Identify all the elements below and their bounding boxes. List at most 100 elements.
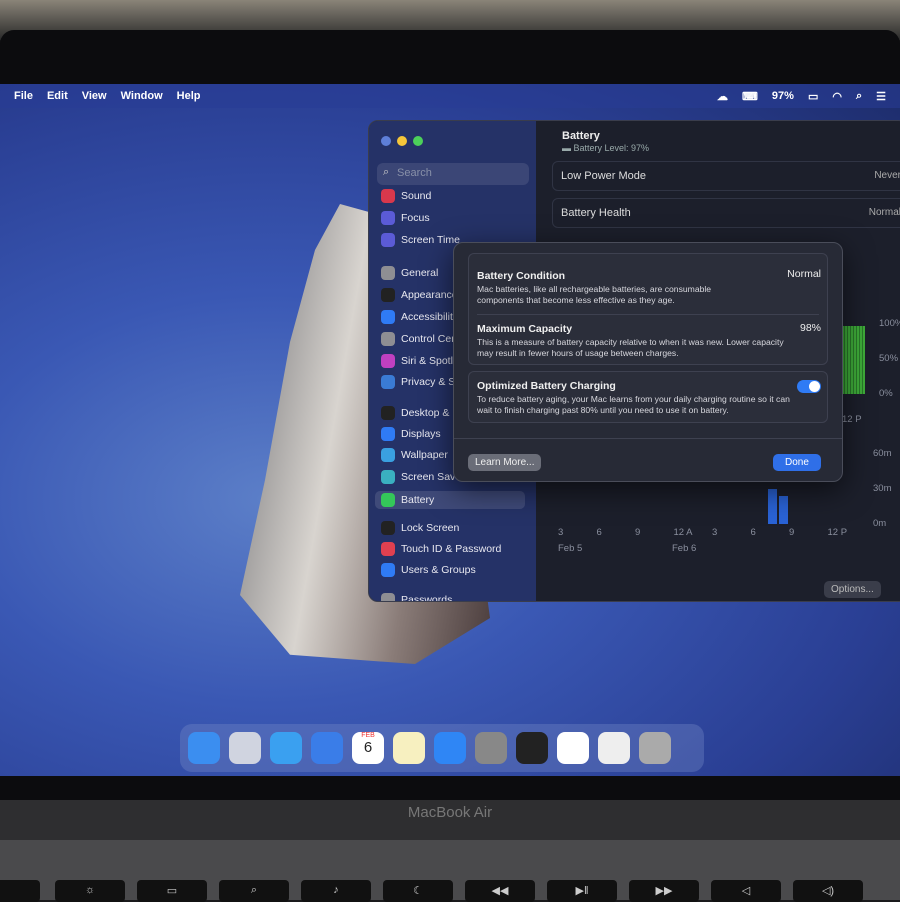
- usage-x-tick: 9: [635, 527, 641, 538]
- battery-health-row[interactable]: Battery Health Normal: [552, 198, 900, 228]
- sidebar-item-label: Sound: [401, 190, 432, 202]
- sidebar-item-label: Focus: [401, 212, 430, 224]
- low-power-mode-row[interactable]: Low Power Mode Never: [552, 161, 900, 191]
- menu-edit[interactable]: Edit: [47, 90, 68, 102]
- sidebar-item-label: Touch ID & Password: [401, 543, 502, 555]
- sidebar-item-label: Displays: [401, 428, 441, 440]
- wifi-icon[interactable]: ◠: [832, 90, 842, 103]
- sidebar-icon: [381, 266, 395, 280]
- sidebar-icon: [381, 470, 395, 484]
- sidebar-icon: [381, 288, 395, 302]
- sidebar-item-sound[interactable]: Sound: [381, 189, 531, 203]
- sidebar-icon: [381, 332, 395, 346]
- key-mission-control: ▭: [137, 880, 207, 902]
- usage-bar: [767, 489, 777, 524]
- optimized-charging-card: Optimized Battery Charging To reduce bat…: [468, 371, 828, 423]
- dock-launchpad-icon[interactable]: [229, 732, 261, 764]
- sidebar-icon: [381, 189, 395, 203]
- max-capacity-value: 98%: [799, 322, 821, 334]
- sidebar-icon: [381, 211, 395, 225]
- dock-notes-icon[interactable]: [393, 732, 425, 764]
- usage-y-tick: 60m: [873, 448, 892, 459]
- battery-info-card: Battery Condition Normal Mac batteries, …: [468, 253, 828, 365]
- usage-x-tick: 6: [750, 527, 756, 538]
- sidebar-item-focus[interactable]: Focus: [381, 211, 531, 225]
- max-capacity-desc: This is a measure of battery capacity re…: [477, 337, 784, 358]
- sidebar-item-label: General: [401, 267, 439, 279]
- battery-level-text: Battery Level: 97%: [573, 143, 650, 153]
- key-focus: ☾: [383, 880, 453, 902]
- optimized-charging-toggle[interactable]: [797, 380, 821, 393]
- minimize-button[interactable]: [397, 136, 407, 146]
- usage-y-tick: 30m: [873, 483, 892, 494]
- search-input[interactable]: ⌕ Search: [377, 163, 529, 185]
- menu-file[interactable]: File: [14, 90, 33, 102]
- battery-percent[interactable]: 97%: [772, 90, 794, 102]
- keyboard: ☼ ▭ ⌕ ♪ ☾ ◀◀ ▶‖ ▶▶ ◁ ◁): [0, 840, 900, 902]
- level-y-tick: 50%: [879, 353, 899, 364]
- sidebar-icon: [381, 406, 395, 420]
- zoom-button[interactable]: [413, 136, 423, 146]
- sidebar-item-label: Screen Time: [401, 234, 460, 246]
- key-brightness-down: ☼: [55, 880, 125, 902]
- sidebar-icon: [381, 375, 395, 389]
- dock-trash-icon[interactable]: [639, 732, 671, 764]
- calendar-month: FEB: [361, 732, 375, 739]
- battery-icon[interactable]: ▭: [808, 90, 818, 103]
- usage-x-tick: 3: [558, 527, 564, 538]
- menu-view[interactable]: View: [82, 90, 107, 102]
- dock-word-icon[interactable]: [557, 732, 589, 764]
- menu-help[interactable]: Help: [177, 90, 201, 102]
- key-rewind: ◀◀: [465, 880, 535, 902]
- dock-go-icon[interactable]: [516, 732, 548, 764]
- page-title: Battery: [562, 130, 600, 142]
- sidebar-icon: [381, 563, 395, 577]
- sidebar-icon: [381, 427, 395, 441]
- sidebar-icon: [381, 521, 395, 535]
- search-icon[interactable]: ⌕: [856, 90, 862, 103]
- dock-calendar-icon[interactable]: FEB 6: [352, 732, 384, 764]
- key-forward: ▶▶: [629, 880, 699, 902]
- sidebar-item-label: Accessibility: [401, 311, 459, 323]
- options-button[interactable]: Options...: [824, 581, 881, 598]
- input-icon[interactable]: ⌨: [742, 90, 758, 103]
- battery-health-sheet: Battery Condition Normal Mac batteries, …: [453, 242, 843, 482]
- sidebar-item-passwords[interactable]: Passwords: [381, 593, 531, 602]
- key-volume-down: ◁): [793, 880, 863, 902]
- dock-safari-icon[interactable]: [270, 732, 302, 764]
- learn-more-button[interactable]: Learn More...: [468, 454, 542, 471]
- dock-system-settings-icon[interactable]: [475, 732, 507, 764]
- sidebar-item-label: Wallpaper: [401, 449, 448, 461]
- sidebar-item-users-groups[interactable]: Users & Groups: [381, 563, 531, 577]
- sidebar-item-label: Appearance: [401, 289, 458, 301]
- done-button[interactable]: Done: [773, 454, 821, 471]
- optimized-charging-title: Optimized Battery Charging: [477, 380, 616, 392]
- sidebar-item-lock-screen[interactable]: Lock Screen: [381, 521, 531, 535]
- sidebar-icon: [381, 448, 395, 462]
- dock-app-store-icon[interactable]: [434, 732, 466, 764]
- level-y-tick: 0%: [879, 388, 893, 399]
- sidebar-item-label: Users & Groups: [401, 564, 476, 576]
- level-x-tick: 12 P: [842, 414, 862, 425]
- low-power-mode-select[interactable]: Never: [874, 170, 900, 181]
- screen: File Edit View Window Help ☁ ⌨ 97% ▭ ◠ ⌕…: [0, 84, 900, 776]
- sidebar-item-battery[interactable]: Battery: [375, 491, 525, 509]
- menu-bar: File Edit View Window Help ☁ ⌨ 97% ▭ ◠ ⌕…: [0, 84, 900, 108]
- control-center-icon[interactable]: ☰: [876, 90, 886, 103]
- sidebar-icon: [381, 542, 395, 556]
- dock-mail-icon[interactable]: [311, 732, 343, 764]
- sidebar-icon: [381, 493, 395, 507]
- dock-document-icon[interactable]: [598, 732, 630, 764]
- sidebar-item-touch-id-password[interactable]: Touch ID & Password: [381, 542, 531, 556]
- usage-x-tick: 9: [789, 527, 795, 538]
- close-button[interactable]: [381, 136, 391, 146]
- row-label: Battery Health: [561, 207, 631, 219]
- usage-x-tick: 6: [596, 527, 602, 538]
- sidebar-item-label: Passwords: [401, 594, 453, 602]
- dock-finder-icon[interactable]: [188, 732, 220, 764]
- dock: FEB 6: [180, 724, 704, 772]
- cloud-icon[interactable]: ☁: [717, 90, 728, 103]
- key-dictation: ♪: [301, 880, 371, 902]
- menu-window[interactable]: Window: [121, 90, 163, 102]
- usage-y-tick: 0m: [873, 518, 887, 529]
